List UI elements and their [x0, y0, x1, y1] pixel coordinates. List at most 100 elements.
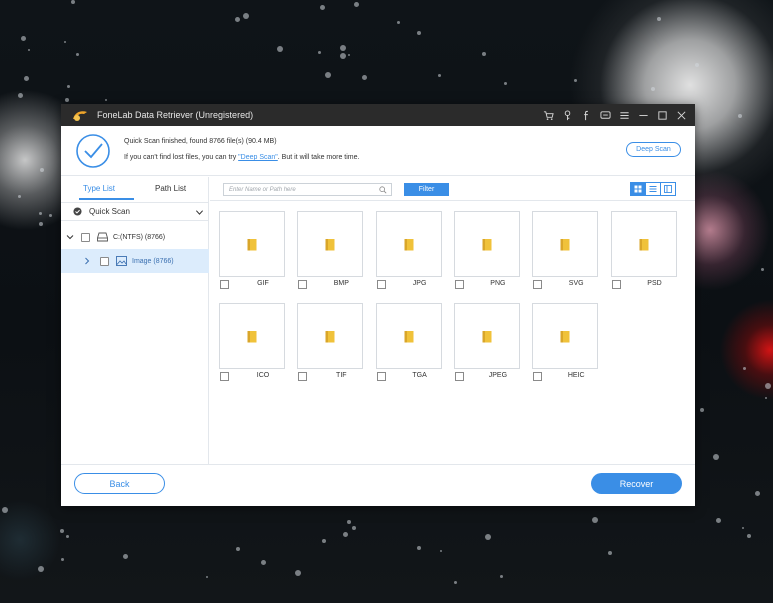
raindrop: [700, 408, 704, 412]
close-icon[interactable]: [672, 104, 691, 126]
quick-scan-dropdown[interactable]: Quick Scan: [61, 202, 209, 221]
file-type-checkbox[interactable]: [533, 372, 543, 381]
file-type-checkbox[interactable]: [454, 372, 464, 381]
recover-button[interactable]: Recover: [591, 473, 682, 494]
raindrop: [742, 527, 744, 529]
file-type-label: HEIC: [567, 372, 585, 379]
folder-icon: [247, 330, 257, 342]
list-view-icon[interactable]: [645, 182, 661, 196]
tree-item-image[interactable]: Image (8766): [61, 249, 209, 273]
folder-icon: [404, 238, 414, 250]
file-type-tile[interactable]: HEIC: [523, 298, 599, 381]
raindrop: [60, 529, 64, 533]
chevron-down-icon[interactable]: [195, 208, 204, 217]
search-input[interactable]: Enter Name or Path here: [223, 183, 392, 196]
file-type-checkbox[interactable]: [454, 280, 464, 289]
raindrop: [417, 546, 421, 550]
file-type-label: JPG: [412, 280, 427, 287]
folder-thumbnail[interactable]: [453, 303, 520, 369]
back-button[interactable]: Back: [74, 473, 165, 494]
key-icon[interactable]: [558, 104, 577, 126]
chevron-down-icon[interactable]: [66, 233, 74, 241]
menu-icon[interactable]: [615, 104, 634, 126]
raindrop: [592, 517, 598, 523]
file-type-tile[interactable]: BMP: [288, 206, 364, 289]
raindrop: [440, 550, 442, 552]
deep-scan-link[interactable]: "Deep Scan": [238, 154, 278, 161]
file-type-checkbox[interactable]: [611, 280, 621, 289]
raindrop: [504, 82, 507, 85]
file-type-tile[interactable]: GIF: [210, 206, 285, 289]
search-placeholder: Enter Name or Path here: [229, 186, 296, 193]
file-type-checkbox[interactable]: [298, 280, 308, 289]
tree-item-drive[interactable]: C:(NTFS) (8766): [61, 225, 209, 249]
raindrop: [206, 576, 208, 578]
folder-thumbnail[interactable]: [297, 211, 364, 277]
grid-view-icon[interactable]: [630, 182, 646, 196]
scan-status-panel: Quick Scan finished, found 8766 file(s) …: [61, 126, 695, 176]
raindrop: [28, 49, 30, 51]
cart-icon[interactable]: [539, 104, 558, 126]
file-type-checkbox[interactable]: [376, 280, 386, 289]
title-bar-controls: [539, 104, 695, 126]
facebook-icon[interactable]: [577, 104, 596, 126]
raindrop: [482, 52, 486, 56]
filter-button[interactable]: Filter: [404, 183, 449, 196]
file-type-label: ICO: [256, 372, 270, 379]
detail-view-icon[interactable]: [660, 182, 676, 196]
folder-thumbnail[interactable]: [219, 303, 285, 369]
window-title: FoneLab Data Retriever (Unregistered): [97, 110, 254, 120]
folder-thumbnail[interactable]: [219, 211, 285, 277]
raindrop: [295, 570, 301, 576]
file-type-checkbox[interactable]: [533, 280, 543, 289]
raindrop: [500, 575, 503, 578]
file-type-tile[interactable]: TGA: [367, 298, 442, 381]
raindrop: [236, 547, 240, 551]
file-type-tile[interactable]: JPG: [367, 206, 442, 289]
tab-path-list[interactable]: Path List: [155, 184, 186, 193]
raindrop: [713, 454, 719, 460]
raindrop: [38, 566, 44, 572]
file-type-label: TGA: [412, 372, 427, 379]
chat-icon[interactable]: [596, 104, 615, 126]
folder-thumbnail[interactable]: [532, 211, 599, 277]
drive-checkbox[interactable]: [81, 232, 90, 242]
folder-thumbnail[interactable]: [453, 211, 520, 277]
footer-bar: Back Recover: [61, 464, 695, 506]
file-type-tile[interactable]: ICO: [210, 298, 285, 381]
folder-thumbnail[interactable]: [532, 303, 599, 369]
chevron-right-icon[interactable]: [83, 257, 91, 265]
file-type-tile[interactable]: SVG: [523, 206, 599, 289]
folder-thumbnail[interactable]: [375, 211, 442, 277]
raindrop: [21, 36, 26, 41]
raindrop: [417, 31, 421, 35]
raindrop: [65, 98, 69, 102]
file-type-tile[interactable]: PSD: [602, 206, 677, 289]
raindrop: [485, 534, 491, 540]
raindrop: [362, 75, 367, 80]
folder-thumbnail[interactable]: [610, 211, 677, 277]
search-icon[interactable]: [379, 186, 387, 194]
file-type-checkbox[interactable]: [298, 372, 308, 381]
file-type-checkbox[interactable]: [220, 280, 229, 289]
raindrop: [49, 214, 52, 217]
quick-scan-label: Quick Scan: [89, 207, 130, 216]
file-type-checkbox[interactable]: [220, 372, 229, 381]
raindrop: [340, 45, 346, 51]
folder-thumbnail[interactable]: [297, 303, 364, 369]
file-type-label: BMP: [333, 280, 349, 287]
image-icon: [116, 256, 127, 266]
maximize-icon[interactable]: [653, 104, 672, 126]
file-type-tile[interactable]: PNG: [445, 206, 520, 289]
deep-scan-button[interactable]: Deep Scan: [626, 142, 681, 157]
tab-type-list[interactable]: Type List: [83, 184, 115, 193]
file-type-tile[interactable]: TIF: [288, 298, 364, 381]
raindrop: [695, 63, 699, 67]
image-checkbox[interactable]: [100, 256, 109, 266]
folder-thumbnail[interactable]: [375, 303, 442, 369]
file-type-tile[interactable]: JPEG: [445, 298, 520, 381]
file-type-checkbox[interactable]: [376, 372, 386, 381]
minimize-icon[interactable]: [634, 104, 653, 126]
raindrop: [347, 520, 351, 524]
app-logo-icon: [73, 111, 87, 121]
